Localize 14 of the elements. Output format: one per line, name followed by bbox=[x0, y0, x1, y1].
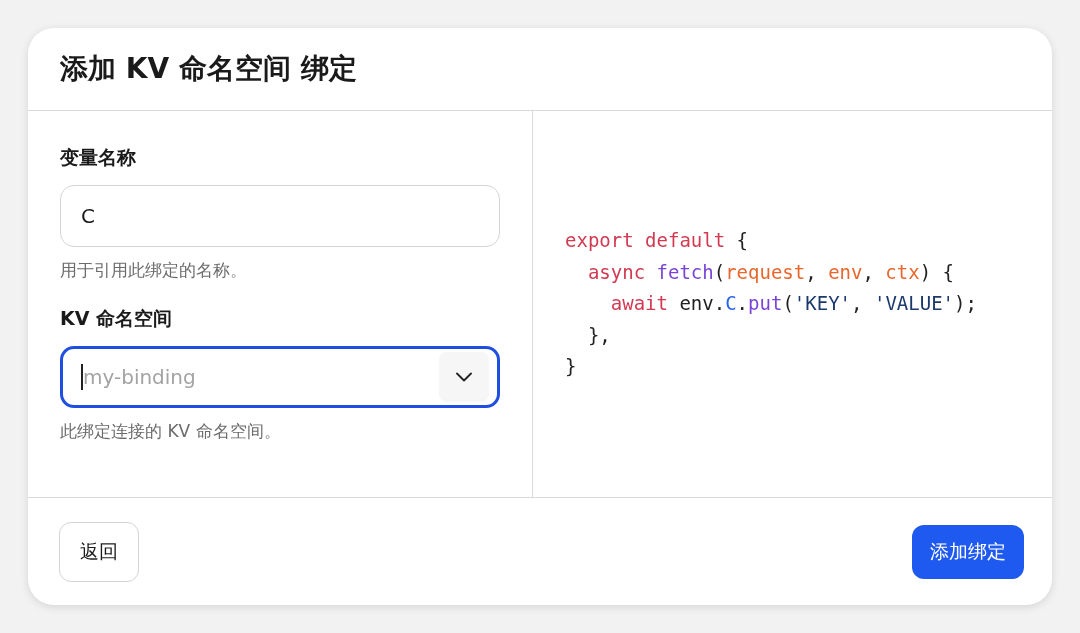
back-button[interactable]: 返回 bbox=[59, 521, 139, 582]
add-binding-button[interactable]: 添加绑定 bbox=[912, 524, 1024, 579]
code-line: export default { bbox=[565, 228, 750, 254]
code-line: async fetch(request, env, ctx) { bbox=[586, 259, 955, 285]
dialog-title: 添加 KV 命名空间 绑定 bbox=[60, 51, 357, 87]
chevron-down-icon bbox=[456, 372, 472, 382]
field-hint: 此绑定连接的 KV 命名空间。 bbox=[60, 420, 282, 443]
field-hint: 用于引用此绑定的名称。 bbox=[60, 259, 248, 282]
field-label: 变量名称 bbox=[60, 145, 137, 170]
field-label: KV 命名空间 bbox=[60, 306, 174, 331]
code-line: }, bbox=[586, 322, 612, 348]
name-input[interactable]: C bbox=[60, 185, 500, 247]
code-line: await env.C.put('KEY', 'VALUE'); bbox=[609, 291, 977, 317]
code-line: } bbox=[565, 354, 578, 380]
